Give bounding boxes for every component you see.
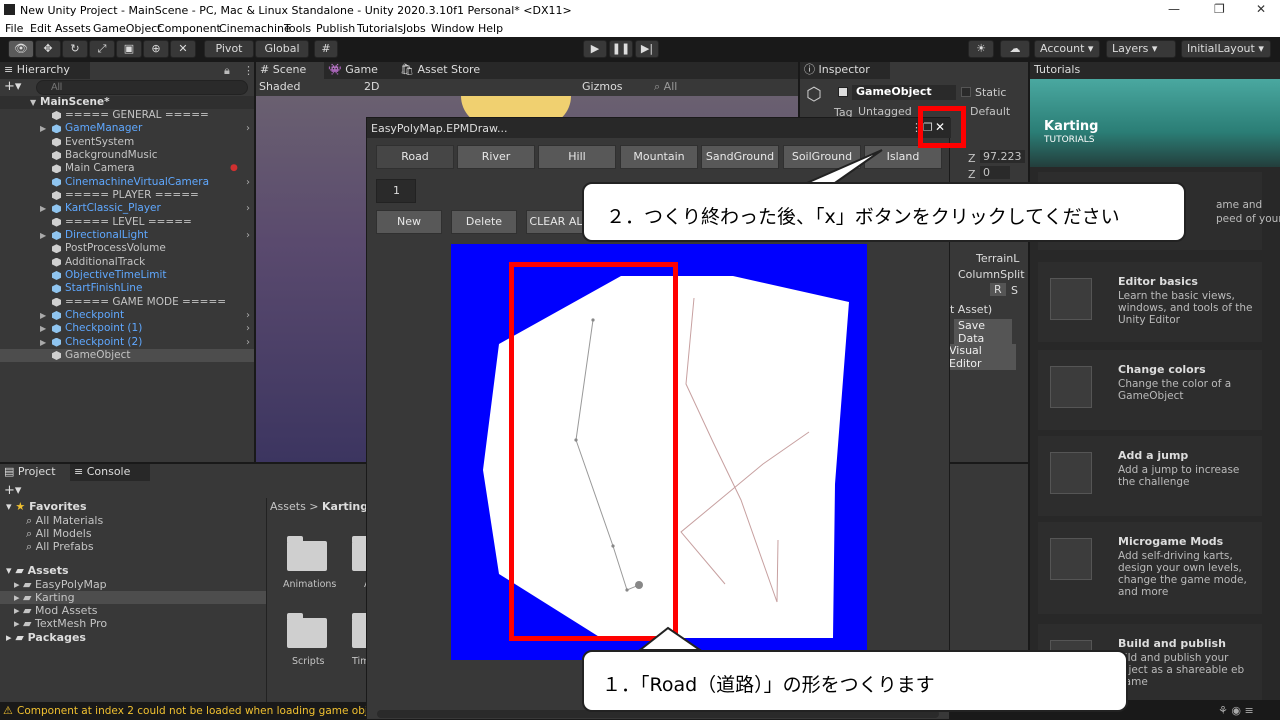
callout-step1-text: １．「Road（道路）」の形をつくります [602,674,935,696]
callout-pointers [637,149,883,651]
callout-step2: ２．つくり終わった後、「x」ボタンをクリックしてください [582,182,1186,242]
callout-step2-text: ２．つくり終わった後、「x」ボタンをクリックしてください [606,206,1120,228]
callout-step1: １．「Road（道路）」の形をつくります [582,650,1128,712]
